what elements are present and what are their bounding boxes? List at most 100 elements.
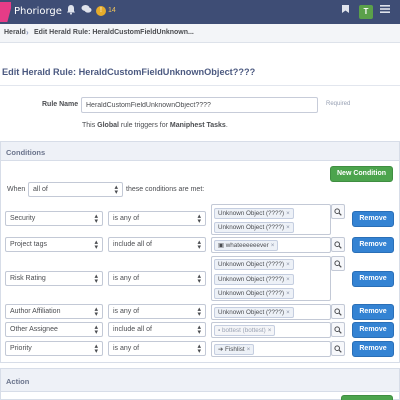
condition-operator-select[interactable]: is any of ▴ ▾ xyxy=(108,341,206,356)
search-icon xyxy=(334,260,342,268)
bell-icon[interactable] xyxy=(66,4,76,18)
chevron-up-down-icon: ▴ ▾ xyxy=(94,273,98,285)
browse-search-button[interactable] xyxy=(331,304,345,319)
value-token[interactable]: Unknown Object (????) × xyxy=(214,208,294,219)
value-token[interactable]: ▪ bottest (bottest) × xyxy=(214,325,276,336)
chevron-up-down-icon: ▴ ▾ xyxy=(114,184,118,196)
flag-icon[interactable] xyxy=(341,4,350,18)
condition-value-tokenizer[interactable]: Unknown Object (????) × Unknown Object (?… xyxy=(211,204,331,235)
remove-token-icon[interactable]: × xyxy=(286,276,290,283)
remove-condition-button[interactable]: Remove xyxy=(352,304,394,320)
value-token[interactable]: Unknown Object (????) × xyxy=(214,274,294,285)
conditions-title: Conditions xyxy=(6,148,46,157)
condition-value-tokenizer[interactable]: ▪ bottest (bottest) × xyxy=(211,322,331,338)
trigger-description: This Global rule triggers for Maniphest … xyxy=(82,122,228,129)
browse-search-button[interactable] xyxy=(331,256,345,271)
field-value: Other Assignee xyxy=(10,326,58,333)
notification-count: 14 xyxy=(108,7,116,14)
value-token[interactable]: ▣ whateeeeeever × xyxy=(214,240,279,251)
browse-search-button[interactable] xyxy=(331,322,345,337)
conditions-header: Conditions xyxy=(1,142,399,161)
top-navigation-bar: Phoriorge ! 14 T xyxy=(0,0,400,24)
search-icon xyxy=(334,326,342,334)
user-avatar[interactable]: T xyxy=(359,5,373,19)
chevron-up-down-icon: ▴ ▾ xyxy=(197,343,201,355)
value-token[interactable]: Unknown Object (????) × xyxy=(214,288,294,299)
when-select[interactable]: all of ▴ ▾ xyxy=(28,182,123,197)
remove-token-icon[interactable]: × xyxy=(286,290,290,297)
remove-token-icon[interactable]: × xyxy=(286,261,290,268)
condition-field-select[interactable]: Priority ▴ ▾ xyxy=(5,341,103,356)
value-token[interactable]: Unknown Object (????) × xyxy=(214,222,294,233)
breadcrumb-herald-link[interactable]: Herald xyxy=(4,29,26,36)
remove-token-icon[interactable]: × xyxy=(268,327,272,334)
remove-condition-button[interactable]: Remove xyxy=(352,237,394,253)
browse-search-button[interactable] xyxy=(331,237,345,252)
trigger-prefix: This xyxy=(82,122,98,129)
search-icon xyxy=(334,241,342,249)
remove-condition-button[interactable]: Remove xyxy=(352,271,394,287)
browse-search-button[interactable] xyxy=(331,204,345,219)
trigger-middle: rule triggers for xyxy=(118,122,170,129)
phorge-logo-icon[interactable] xyxy=(0,2,11,22)
rule-name-label: Rule Name xyxy=(42,101,79,108)
menu-icon[interactable] xyxy=(380,4,390,18)
browse-search-button[interactable] xyxy=(331,341,345,356)
remove-token-icon[interactable]: × xyxy=(247,346,251,353)
trigger-scope: Global xyxy=(97,122,119,129)
trigger-object: Maniphest Tasks xyxy=(169,122,226,129)
chevron-up-down-icon: ▴ ▾ xyxy=(197,306,201,318)
value-token[interactable]: ➔ Fishlist × xyxy=(214,344,255,355)
condition-value-tokenizer[interactable]: ▣ whateeeeeever × xyxy=(211,237,331,253)
condition-operator-select[interactable]: is any of ▴ ▾ xyxy=(108,271,206,286)
condition-field-select[interactable]: Risk Rating ▴ ▾ xyxy=(5,271,103,286)
field-value: Project tags xyxy=(10,241,47,248)
remove-token-icon[interactable]: × xyxy=(286,210,290,217)
chevron-up-down-icon: ▴ ▾ xyxy=(197,324,201,336)
remove-condition-button[interactable]: Remove xyxy=(352,211,394,227)
chevron-up-down-icon: ▴ ▾ xyxy=(197,213,201,225)
condition-field-select[interactable]: Author Affiliation ▴ ▾ xyxy=(5,304,103,319)
chat-icon[interactable] xyxy=(81,4,92,18)
chevron-up-down-icon: ▴ ▾ xyxy=(94,239,98,251)
when-select-value: all of xyxy=(33,186,48,193)
when-suffix: these conditions are met: xyxy=(126,186,205,193)
condition-operator-select[interactable]: include all of ▴ ▾ xyxy=(108,237,206,252)
token-label: Fishlist xyxy=(225,346,245,353)
condition-value-tokenizer[interactable]: Unknown Object (????) × xyxy=(211,304,331,320)
condition-operator-select[interactable]: include all of ▴ ▾ xyxy=(108,322,206,337)
condition-value-tokenizer[interactable]: ➔ Fishlist × xyxy=(211,341,331,357)
field-value: Risk Rating xyxy=(10,275,46,282)
remove-token-icon[interactable]: × xyxy=(286,309,290,316)
value-token[interactable]: Unknown Object (????) × xyxy=(214,307,294,318)
new-condition-button[interactable]: New Condition xyxy=(330,166,393,182)
value-token[interactable]: Unknown Object (????) × xyxy=(214,259,294,270)
condition-field-select[interactable]: Other Assignee ▴ ▾ xyxy=(5,322,103,337)
condition-operator-select[interactable]: is any of ▴ ▾ xyxy=(108,304,206,319)
token-label: Unknown Object (????) xyxy=(218,224,285,231)
breadcrumb-separator: › xyxy=(26,28,29,37)
remove-condition-button[interactable]: Remove xyxy=(352,341,394,357)
token-label: whateeeeeever xyxy=(225,242,269,249)
chevron-up-down-icon: ▴ ▾ xyxy=(94,213,98,225)
condition-value-tokenizer[interactable]: Unknown Object (????) × Unknown Object (?… xyxy=(211,256,331,301)
action-panel: Action xyxy=(0,368,400,400)
field-value: Priority xyxy=(10,345,32,352)
chevron-up-down-icon: ▴ ▾ xyxy=(94,306,98,318)
brand-name[interactable]: Phoriorge xyxy=(14,6,62,17)
rule-name-input[interactable] xyxy=(81,97,318,113)
condition-field-select[interactable]: Security ▴ ▾ xyxy=(5,211,103,226)
briefcase-icon: ▣ xyxy=(218,242,226,249)
remove-token-icon[interactable]: × xyxy=(286,224,290,231)
operator-value: include all of xyxy=(113,326,152,333)
token-label: Unknown Object (????) xyxy=(218,276,285,283)
search-icon xyxy=(334,208,342,216)
remove-token-icon[interactable]: × xyxy=(271,242,275,249)
new-action-button[interactable] xyxy=(341,395,393,400)
remove-condition-button[interactable]: Remove xyxy=(352,322,394,338)
arrow-right-icon: ➔ xyxy=(218,346,226,353)
notification-indicator[interactable]: ! 14 xyxy=(96,4,126,18)
trigger-suffix: . xyxy=(225,122,228,129)
condition-operator-select[interactable]: is any of ▴ ▾ xyxy=(108,211,206,226)
condition-field-select[interactable]: Project tags ▴ ▾ xyxy=(5,237,103,252)
